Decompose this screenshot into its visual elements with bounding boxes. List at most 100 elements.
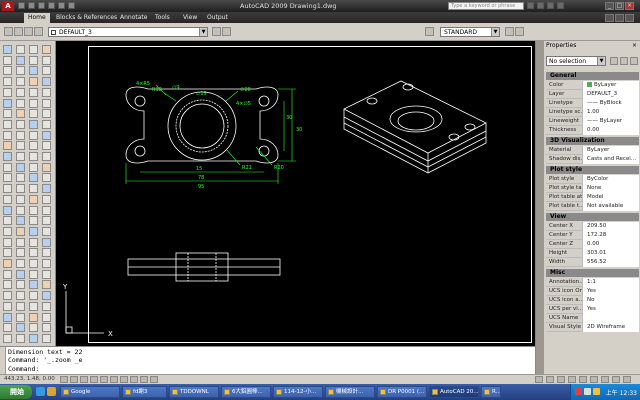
- arc-tool-icon[interactable]: [16, 162, 25, 172]
- measure-tool-icon[interactable]: [29, 248, 38, 258]
- scale-tool-icon[interactable]: [16, 194, 25, 204]
- match-tool-icon[interactable]: [42, 130, 51, 140]
- property-row[interactable]: UCS icon On Yes: [546, 287, 639, 296]
- chevron-down-icon[interactable]: ▼: [491, 28, 499, 36]
- property-value[interactable]: 209.50: [582, 222, 639, 231]
- point-tool-icon[interactable]: [3, 184, 12, 194]
- line-tool-icon[interactable]: [3, 269, 12, 279]
- point-tool-icon[interactable]: [29, 291, 38, 301]
- property-row[interactable]: Width 556.52: [546, 258, 639, 267]
- search-icon[interactable]: [527, 2, 534, 9]
- arc-tool-icon[interactable]: [42, 269, 51, 279]
- section-header-plot-style[interactable]: Plot style: [546, 166, 639, 174]
- erase-tool-icon[interactable]: [42, 323, 51, 333]
- property-value[interactable]: 556.52: [582, 258, 639, 267]
- circle-tool-icon[interactable]: [29, 45, 38, 54]
- spline-tool-icon[interactable]: [42, 173, 51, 183]
- chamfer-tool-icon[interactable]: [16, 98, 25, 108]
- tab-tools[interactable]: Tools: [155, 14, 170, 21]
- tray-alert-icon[interactable]: [575, 388, 582, 395]
- section-header-view[interactable]: View: [546, 213, 639, 221]
- tab-blocks-references[interactable]: Blocks & References: [56, 14, 117, 21]
- qp-toggle-button[interactable]: [150, 376, 158, 383]
- plot-icon[interactable]: [68, 2, 75, 9]
- quicklaunch-browser-icon[interactable]: [36, 387, 45, 396]
- polyline-tool-icon[interactable]: [16, 45, 25, 54]
- join-tool-icon[interactable]: [42, 333, 51, 343]
- property-row[interactable]: UCS icon a... No: [546, 296, 639, 305]
- ribbon-minimize-button[interactable]: [605, 14, 614, 22]
- property-row[interactable]: Center Y 172.28: [546, 231, 639, 240]
- osnap-toggle-button[interactable]: [100, 376, 108, 383]
- table-style-icon[interactable]: [515, 27, 524, 36]
- property-row[interactable]: Plot table t... Not available: [546, 202, 639, 211]
- property-row[interactable]: Center X 209.50: [546, 222, 639, 231]
- offset-tool-icon[interactable]: [16, 87, 25, 97]
- dimension-style-icon[interactable]: [505, 27, 514, 36]
- offset-tool-icon[interactable]: [16, 312, 25, 322]
- ortho-toggle-button[interactable]: [80, 376, 88, 383]
- wipeout-tool-icon[interactable]: [42, 141, 51, 151]
- tab-output[interactable]: Output: [207, 14, 228, 21]
- polar-toggle-button[interactable]: [90, 376, 98, 383]
- polygon-tool-icon[interactable]: [16, 280, 25, 290]
- insert-tool-icon[interactable]: [16, 237, 25, 247]
- layer-tool-icon[interactable]: [29, 130, 38, 140]
- property-value[interactable]: Casts and Recei...: [582, 155, 639, 164]
- region-tool-icon[interactable]: [42, 291, 51, 301]
- move-tool-icon[interactable]: [29, 184, 38, 194]
- hatch-tool-icon[interactable]: [16, 173, 25, 183]
- rotate-tool-icon[interactable]: [3, 194, 12, 204]
- revcloud-tool-icon[interactable]: [29, 259, 38, 268]
- zoom-tool-icon[interactable]: [3, 130, 12, 140]
- taskbar-button[interactable]: TDDOWNL: [169, 386, 219, 398]
- tab-home[interactable]: Home: [24, 13, 50, 23]
- make-current-icon[interactable]: [212, 27, 221, 36]
- rotate-tool-icon[interactable]: [29, 301, 38, 311]
- property-value[interactable]: No: [582, 296, 639, 305]
- property-row[interactable]: Height 303.01: [546, 249, 639, 258]
- ducs-toggle-button[interactable]: [120, 376, 128, 383]
- wipeout-tool-icon[interactable]: [16, 259, 25, 268]
- snap-toggle-button[interactable]: [60, 376, 68, 383]
- rectangle-tool-icon[interactable]: [3, 280, 12, 290]
- section-header-3d-visualization[interactable]: 3D Visualization: [546, 137, 639, 145]
- table-tool-icon[interactable]: [42, 248, 51, 258]
- section-header-general[interactable]: General: [546, 72, 639, 80]
- spline-tool-icon[interactable]: [16, 291, 25, 301]
- model-icon[interactable]: [535, 376, 543, 383]
- property-row[interactable]: UCS Name: [546, 314, 639, 323]
- array-tool-icon[interactable]: [29, 323, 38, 333]
- text-tool-icon[interactable]: [29, 173, 38, 183]
- arc-tool-icon[interactable]: [42, 45, 51, 54]
- taskbar-button[interactable]: fd謝3: [122, 386, 167, 398]
- layer-properties-icon[interactable]: [4, 27, 13, 36]
- property-row[interactable]: Linetype —— ByBlock: [546, 99, 639, 108]
- grid-toggle-button[interactable]: [70, 376, 78, 383]
- command-window-grip[interactable]: [0, 347, 6, 375]
- point-tool-icon[interactable]: [29, 66, 38, 76]
- command-window[interactable]: Dimension text = 22 Command: '_.zoom _e …: [0, 346, 535, 375]
- ellipse-tool-icon[interactable]: [29, 55, 38, 65]
- property-value[interactable]: 2D Wireframe: [582, 323, 639, 332]
- array-tool-icon[interactable]: [29, 98, 38, 108]
- property-value[interactable]: —— ByBlock: [582, 99, 639, 108]
- scale-tool-icon[interactable]: [42, 77, 51, 87]
- dimension-tool-icon[interactable]: [3, 119, 12, 129]
- lwt-toggle-button[interactable]: [140, 376, 148, 383]
- stretch-tool-icon[interactable]: [16, 333, 25, 343]
- property-value[interactable]: 0.00: [582, 126, 639, 135]
- dimension-tool-icon[interactable]: [29, 226, 38, 236]
- property-value[interactable]: None: [582, 184, 639, 193]
- property-value[interactable]: 1:1: [582, 278, 639, 287]
- save-icon[interactable]: [38, 2, 45, 9]
- chamfer-tool-icon[interactable]: [16, 323, 25, 333]
- property-row[interactable]: Plot style ByColor: [546, 175, 639, 184]
- selection-dropdown[interactable]: No selection ▼: [546, 56, 606, 66]
- tray-network-icon[interactable]: [584, 388, 591, 395]
- text-style-dropdown[interactable]: STANDARD ▼: [440, 27, 500, 37]
- line-tool-icon[interactable]: [29, 152, 38, 161]
- annotation-scale-icon[interactable]: [590, 376, 598, 383]
- array-tool-icon[interactable]: [3, 216, 12, 226]
- close-icon[interactable]: ×: [632, 42, 637, 49]
